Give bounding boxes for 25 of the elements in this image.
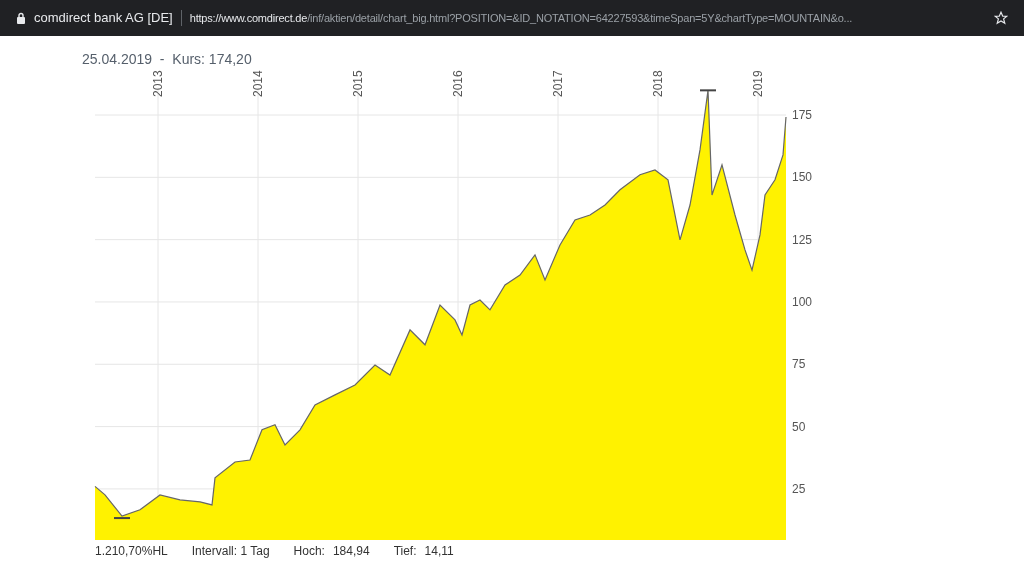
axis-value: 75 bbox=[792, 357, 806, 372]
axis-value: 125 bbox=[792, 232, 813, 247]
stat-label: Intervall: 1 Tag bbox=[191, 543, 270, 560]
axis-value: 175 bbox=[792, 108, 813, 122]
address-field[interactable]: https://www.comdirect.de/inf/aktien/detail/chart_big.html?POSITION=&ID_NOTATION=64227593&timeSpan=5Y&chartType=MOUNTAIN&o... bbox=[189, 9, 986, 27]
axis-value: 50 bbox=[792, 419, 806, 434]
axis-value: 25 bbox=[792, 481, 806, 496]
axis-value: 100 bbox=[792, 294, 813, 309]
stat-value: 184,94 bbox=[332, 543, 370, 560]
year-label: 2018 bbox=[651, 70, 665, 97]
stat-value: 14,11 bbox=[424, 543, 454, 560]
year-label: 2017 bbox=[551, 70, 565, 97]
axis-value: 150 bbox=[792, 170, 813, 185]
year-label: 2016 bbox=[451, 70, 465, 97]
year-label: 2019 bbox=[751, 70, 765, 97]
chart-header: 25.04.2019 - Kurs: 174,20 bbox=[82, 50, 253, 68]
stat-label: 1.210,70%HL bbox=[95, 543, 168, 560]
year-label: 2013 bbox=[151, 70, 165, 97]
star-icon[interactable] bbox=[994, 11, 1008, 25]
year-label: 2014 bbox=[251, 70, 265, 97]
stat-label: Tief: bbox=[393, 543, 417, 560]
lock-icon bbox=[16, 12, 26, 24]
stat-label: Hoch: bbox=[293, 543, 325, 560]
site-name: comdirect bank AG [DE] bbox=[34, 9, 173, 28]
year-label: 2015 bbox=[351, 70, 365, 97]
